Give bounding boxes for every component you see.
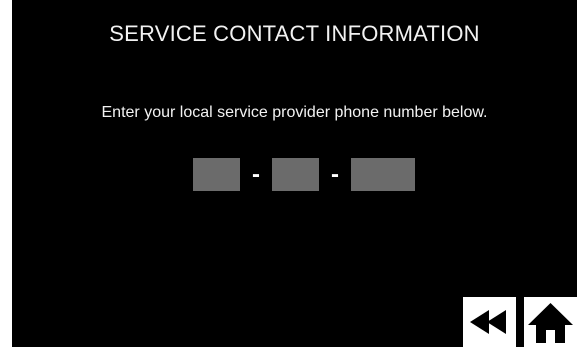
service-contact-screen: SERVICE CONTACT INFORMATION Enter your l…	[12, 0, 577, 347]
home-icon	[528, 303, 573, 343]
phone-number-entry: - -	[193, 158, 415, 191]
line-number-field[interactable]	[351, 158, 415, 191]
back-button[interactable]	[463, 297, 516, 347]
page-title: SERVICE CONTACT INFORMATION	[109, 21, 480, 46]
rewind-icon	[470, 310, 506, 334]
instruction-text: Enter your local service provider phone …	[101, 104, 488, 121]
phone-separator: -	[331, 161, 339, 188]
phone-separator: -	[252, 161, 260, 188]
area-code-field[interactable]	[193, 158, 240, 191]
home-button[interactable]	[524, 297, 577, 347]
prefix-field[interactable]	[272, 158, 319, 191]
